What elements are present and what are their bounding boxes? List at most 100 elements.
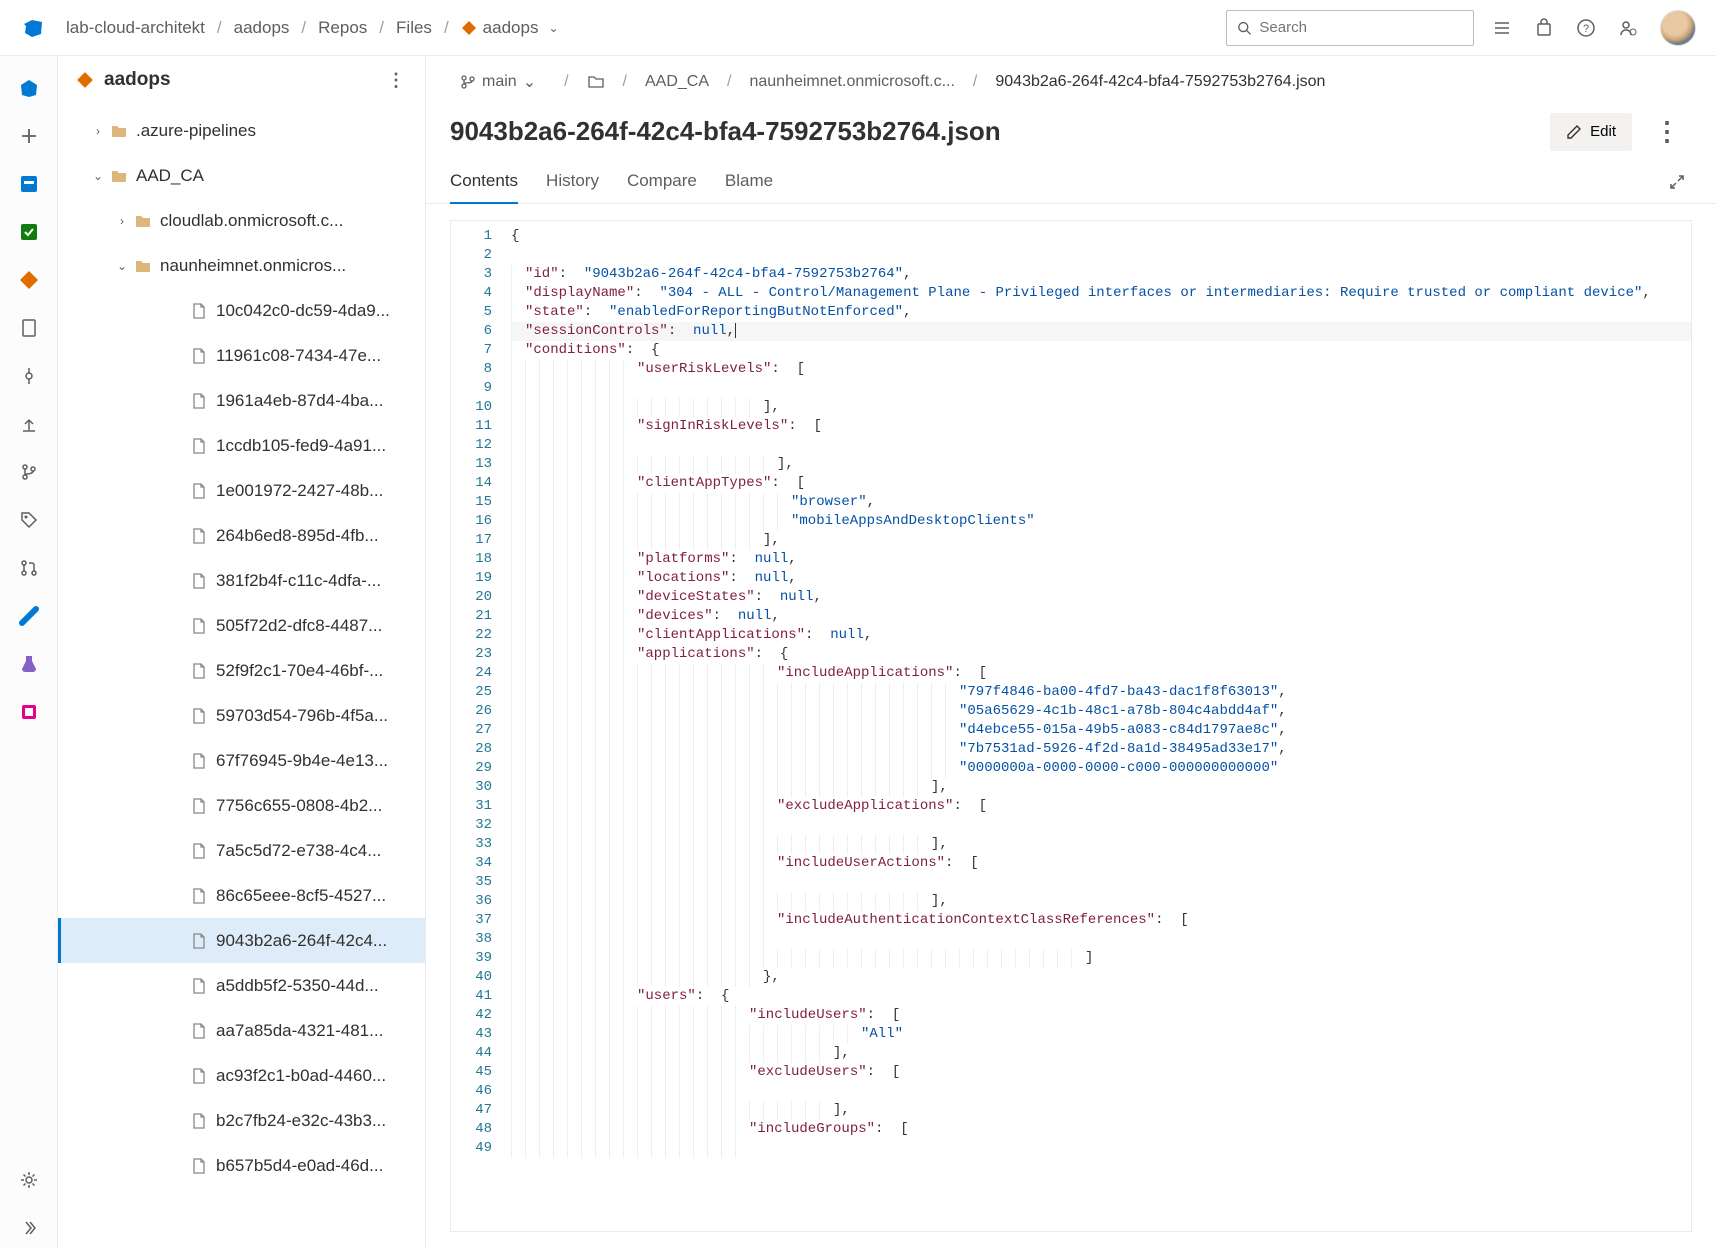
edit-button[interactable]: Edit xyxy=(1550,113,1632,151)
tree-folder[interactable]: ›cloudlab.onmicrosoft.c... xyxy=(58,198,425,243)
tree-label: cloudlab.onmicrosoft.c... xyxy=(160,211,343,231)
tree-file[interactable]: 67f76945-9b4e-4e13... xyxy=(58,738,425,783)
tree-folder[interactable]: ⌄AAD_CA xyxy=(58,153,425,198)
person-settings-icon[interactable] xyxy=(1618,18,1638,38)
branch-name: main xyxy=(482,73,517,91)
tree-file[interactable]: 52f9f2c1-70e4-46bf-... xyxy=(58,648,425,693)
folder-icon xyxy=(132,212,154,230)
code-viewer[interactable]: 1234567891011121314151617181920212223242… xyxy=(450,220,1692,1232)
rail-pullrequest-icon[interactable] xyxy=(9,548,49,588)
rail-task-icon[interactable] xyxy=(9,212,49,252)
chevron-down-icon: ⌄ xyxy=(523,72,536,92)
rail-artifacts-icon[interactable] xyxy=(9,692,49,732)
file-tree[interactable]: ›.azure-pipelines⌄AAD_CA›cloudlab.onmicr… xyxy=(58,104,425,1248)
tab-blame[interactable]: Blame xyxy=(725,161,773,203)
tree-folder[interactable]: ⌄naunheimnet.onmicros... xyxy=(58,243,425,288)
root-folder-icon[interactable] xyxy=(587,73,605,91)
tab-compare[interactable]: Compare xyxy=(627,161,697,203)
search-input[interactable] xyxy=(1259,19,1463,36)
crumb-files[interactable]: Files xyxy=(396,18,432,38)
tree-label: 11961c08-7434-47e... xyxy=(216,346,381,366)
tab-history[interactable]: History xyxy=(546,161,599,203)
tree-file[interactable]: 7756c655-0808-4b2... xyxy=(58,783,425,828)
tree-file[interactable]: b657b5d4-e0ad-46d... xyxy=(58,1143,425,1188)
file-icon xyxy=(188,752,210,770)
tree-label: 1ccdb105-fed9-4a91... xyxy=(216,436,386,456)
rail-tags-icon[interactable] xyxy=(9,500,49,540)
tree-label: 9043b2a6-264f-42c4... xyxy=(216,931,387,951)
tree-file[interactable]: aa7a85da-4321-481... xyxy=(58,1008,425,1053)
rail-collapse-icon[interactable] xyxy=(9,1208,49,1248)
avatar[interactable] xyxy=(1660,10,1696,46)
crumb-area[interactable]: Repos xyxy=(318,18,367,38)
path-link[interactable]: naunheimnet.onmicrosoft.c... xyxy=(749,73,954,91)
search-box[interactable] xyxy=(1226,10,1474,46)
more-actions-icon[interactable]: ⋮ xyxy=(1644,110,1692,153)
chevron-down-icon: ⌄ xyxy=(548,21,558,35)
tree-file[interactable]: 1e001972-2427-48b... xyxy=(58,468,425,513)
tree-file[interactable]: 59703d54-796b-4f5a... xyxy=(58,693,425,738)
list-icon[interactable] xyxy=(1492,18,1512,38)
tree-file[interactable]: 381f2b4f-c11c-4dfa-... xyxy=(58,558,425,603)
rail-test-icon[interactable] xyxy=(9,644,49,684)
tree-file[interactable]: 10c042c0-dc59-4da9... xyxy=(58,288,425,333)
crumb-repo[interactable]: aadops ⌄ xyxy=(461,18,559,38)
crumb-repo-label: aadops xyxy=(483,18,539,38)
tree-folder[interactable]: ›.azure-pipelines xyxy=(58,108,425,153)
path-current: 9043b2a6-264f-42c4-bfa4-7592753b2764.jso… xyxy=(995,73,1325,91)
tree-label: a5ddb5f2-5350-44d... xyxy=(216,976,379,996)
tree-file[interactable]: b2c7fb24-e32c-43b3... xyxy=(58,1098,425,1143)
tree-label: 10c042c0-dc59-4da9... xyxy=(216,301,390,321)
chevron-right-icon: › xyxy=(88,124,108,138)
file-icon xyxy=(188,482,210,500)
svg-text:?: ? xyxy=(1583,23,1589,35)
tree-file[interactable]: 264b6ed8-895d-4fb... xyxy=(58,513,425,558)
file-icon xyxy=(188,347,210,365)
rail-file-icon[interactable] xyxy=(9,308,49,348)
rail-branches-icon[interactable] xyxy=(9,452,49,492)
tab-contents[interactable]: Contents xyxy=(450,161,518,203)
tree-file[interactable]: 1ccdb105-fed9-4a91... xyxy=(58,423,425,468)
tree-file[interactable]: 9043b2a6-264f-42c4... xyxy=(58,918,425,963)
crumb-project[interactable]: aadops xyxy=(234,18,290,38)
rail-settings-icon[interactable] xyxy=(9,1160,49,1200)
tree-file[interactable]: ac93f2c1-b0ad-4460... xyxy=(58,1053,425,1098)
file-icon xyxy=(188,1022,210,1040)
branch-selector[interactable]: main ⌄ xyxy=(450,68,546,96)
file-icon xyxy=(188,887,210,905)
rail-overview-icon[interactable] xyxy=(9,68,49,108)
rail-pipelines-icon[interactable] xyxy=(9,596,49,636)
more-icon[interactable]: ⋮ xyxy=(387,70,407,91)
tree-file[interactable]: 1961a4eb-87d4-4ba... xyxy=(58,378,425,423)
expand-icon[interactable] xyxy=(1668,173,1692,191)
file-icon xyxy=(188,1157,210,1175)
top-header: lab-cloud-architekt / aadops / Repos / F… xyxy=(0,0,1716,56)
repo-icon xyxy=(76,71,94,89)
path-link[interactable]: AAD_CA xyxy=(645,73,709,91)
crumb-org[interactable]: lab-cloud-architekt xyxy=(66,18,205,38)
azure-devops-logo-icon[interactable] xyxy=(20,15,46,41)
help-icon[interactable]: ? xyxy=(1576,18,1596,38)
tree-file[interactable]: 86c65eee-8cf5-4527... xyxy=(58,873,425,918)
pencil-icon xyxy=(1566,124,1582,140)
tree-file[interactable]: 11961c08-7434-47e... xyxy=(58,333,425,378)
rail-add-icon[interactable] xyxy=(9,116,49,156)
header-actions: ? xyxy=(1492,10,1696,46)
rail-repos-icon[interactable] xyxy=(9,260,49,300)
separator-icon: / xyxy=(717,73,741,91)
explorer-repo-name[interactable]: aadops xyxy=(104,69,171,91)
bag-icon[interactable] xyxy=(1534,18,1554,38)
rail-boards-icon[interactable] xyxy=(9,164,49,204)
rail-push-icon[interactable] xyxy=(9,404,49,444)
tree-file[interactable]: a5ddb5f2-5350-44d... xyxy=(58,963,425,1008)
code-content: {"id": "9043b2a6-264f-42c4-bfa4-7592753b… xyxy=(503,221,1691,1231)
tree-file[interactable]: 7a5c5d72-e738-4c4... xyxy=(58,828,425,873)
separator-icon: / xyxy=(211,18,228,38)
tree-file[interactable]: 505f72d2-dfc8-4487... xyxy=(58,603,425,648)
folder-icon xyxy=(132,257,154,275)
chevron-down-icon: ⌄ xyxy=(88,169,108,183)
tree-label: b2c7fb24-e32c-43b3... xyxy=(216,1111,386,1131)
file-icon xyxy=(188,932,210,950)
content-area: main ⌄ / / AAD_CA / naunheimnet.onmicros… xyxy=(426,56,1716,1248)
rail-commit-icon[interactable] xyxy=(9,356,49,396)
